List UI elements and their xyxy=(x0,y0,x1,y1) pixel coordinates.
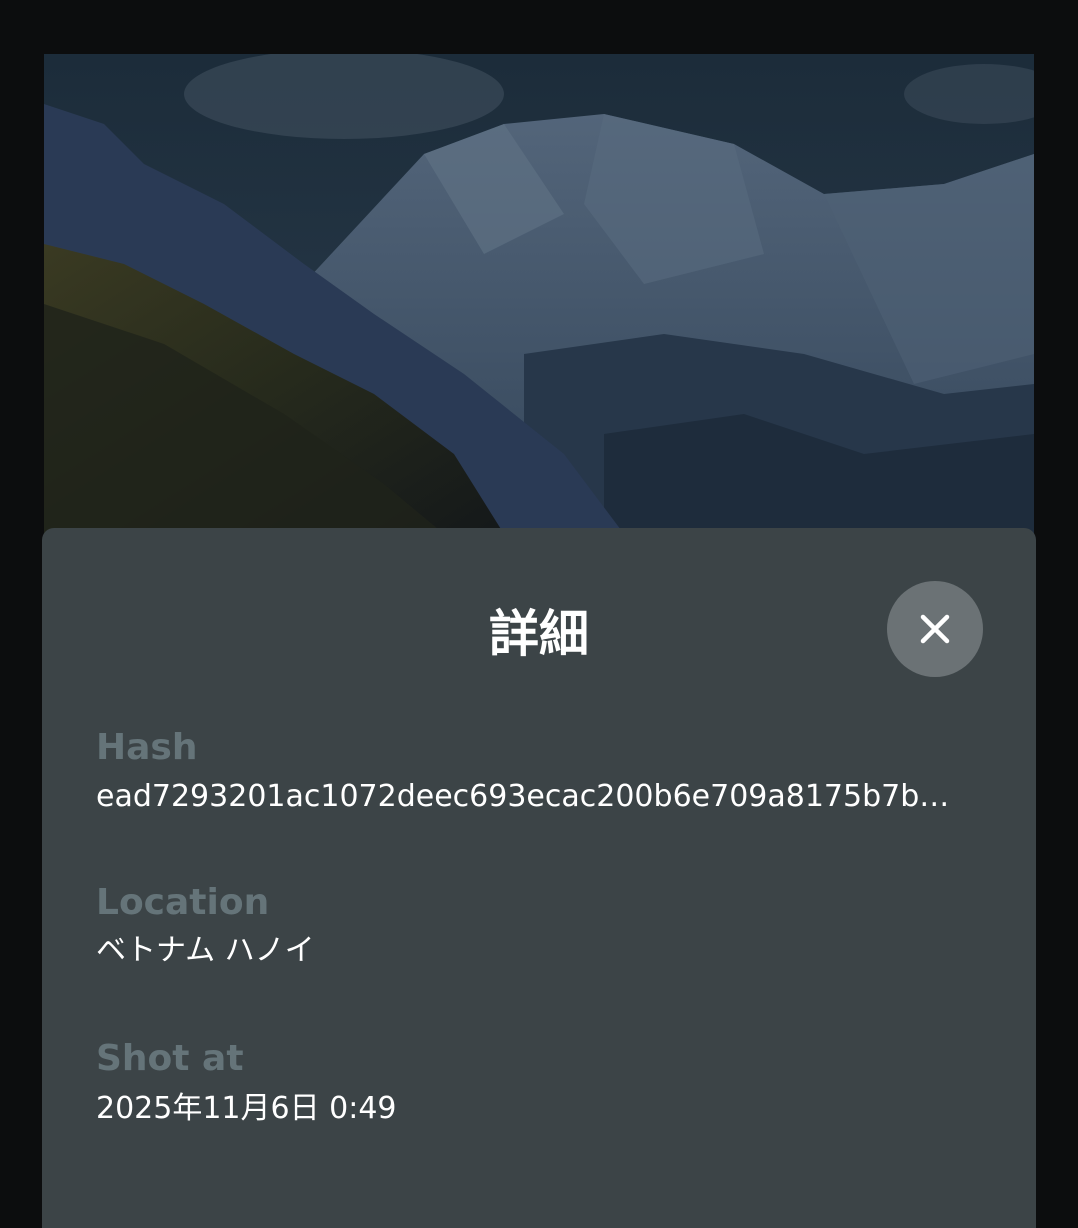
close-icon xyxy=(920,614,950,644)
shot-at-value: 2025年11月6日 0:49 xyxy=(96,1091,397,1126)
photo-preview xyxy=(44,54,1034,534)
close-button[interactable] xyxy=(887,581,983,677)
mountain-landscape-image xyxy=(44,54,1034,534)
location-value: ベトナム ハノイ xyxy=(96,933,315,968)
hash-value: ead7293201ac1072deec693ecac200b6e709a817… xyxy=(96,779,950,814)
location-label: Location xyxy=(96,882,270,923)
hash-label: Hash xyxy=(96,727,198,768)
shot-at-label: Shot at xyxy=(96,1038,244,1079)
